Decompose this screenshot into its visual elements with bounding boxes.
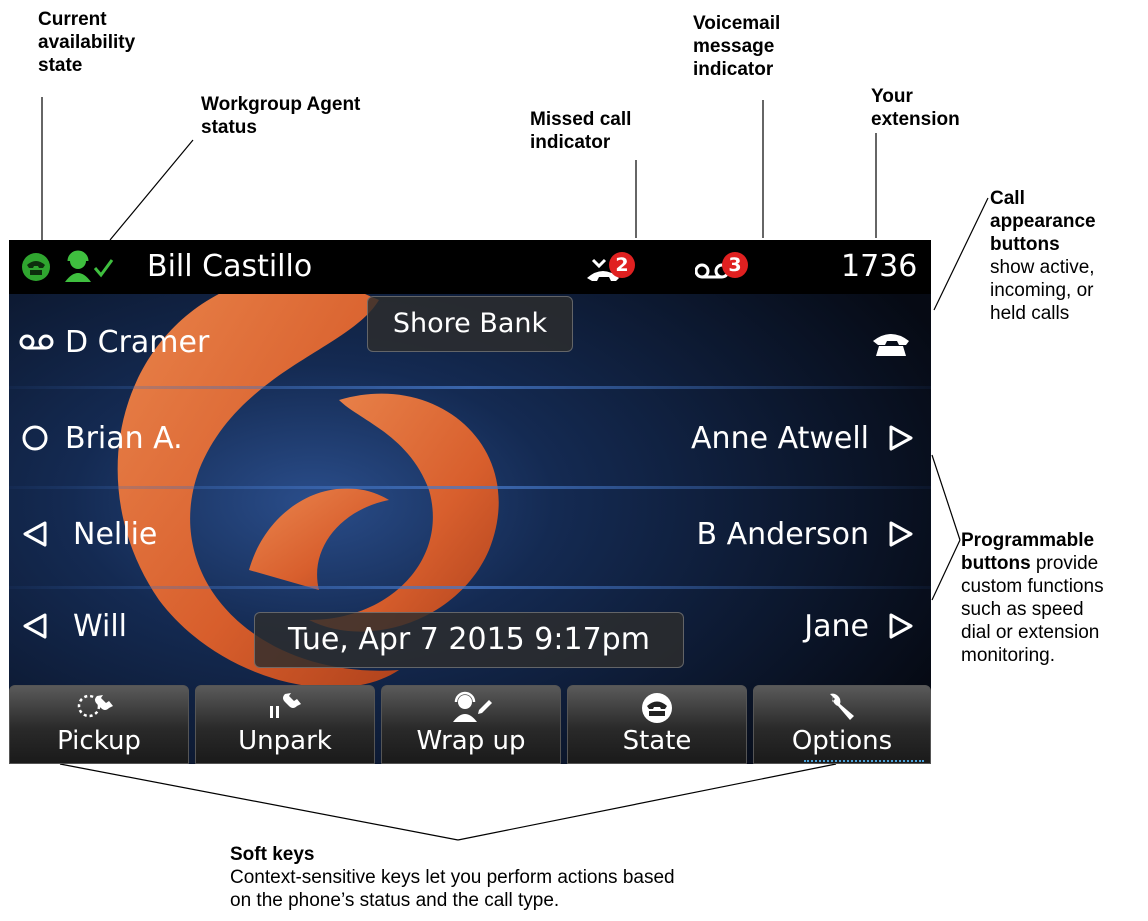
softkey-label: Pickup <box>57 726 141 756</box>
callout-missed-line1: Missed call <box>530 109 632 130</box>
callout-ca-text1: show active, <box>990 257 1095 278</box>
programmable-button-nellie[interactable]: Nellie <box>9 512 429 558</box>
callout-extension: Your extension <box>871 85 960 131</box>
button-label: Nellie <box>73 517 158 552</box>
softkey-unpark[interactable]: Unpark <box>195 685 375 764</box>
callout-prog-line1: Programmable <box>961 530 1095 551</box>
voicemail-icon <box>19 334 54 350</box>
leader-softkeys-b <box>457 763 837 841</box>
programmable-button-b-anderson[interactable]: B Anderson <box>569 512 931 558</box>
callout-agent-status: Workgroup Agent status <box>201 93 360 139</box>
callout-agent-line2: status <box>201 117 257 138</box>
callout-voicemail-line2: message <box>693 36 775 57</box>
workgroup-agent-icon[interactable] <box>63 250 115 284</box>
row-divider <box>9 586 931 589</box>
button-label: B Anderson <box>696 517 870 552</box>
leader-programmable-a <box>931 454 961 541</box>
voicemail-count-badge: 3 <box>722 252 748 278</box>
softkey-label: State <box>622 726 692 756</box>
callout-availability: Current availability state <box>38 8 135 77</box>
row-divider <box>9 486 931 489</box>
wrap-up-icon <box>453 691 492 722</box>
callout-availability-line1: Current <box>38 9 107 30</box>
triangle-right-icon <box>889 521 913 547</box>
softkey-state[interactable]: State <box>567 685 747 764</box>
contact-center-label: Shore Bank <box>367 296 573 352</box>
button-label: Will <box>73 609 128 644</box>
call-appearance-button-d-cramer[interactable]: D Cramer <box>9 320 429 366</box>
user-name: Bill Castillo <box>147 249 313 284</box>
callout-programmable: Programmable buttons provide custom func… <box>961 529 1104 667</box>
softkey-label: Options <box>791 726 893 756</box>
programmable-button-anne-atwell[interactable]: Anne Atwell <box>569 416 931 462</box>
callout-softkeys-text1: Context-sensitive keys let you perform a… <box>230 867 675 888</box>
programmable-button-jane[interactable]: Jane <box>709 604 931 650</box>
leader-agent <box>109 139 194 241</box>
extension-number: 1736 <box>841 249 918 284</box>
callout-agent-line1: Workgroup Agent <box>201 94 361 115</box>
softkey-wrap-up[interactable]: Wrap up <box>381 685 561 764</box>
callout-ca-bold1: Call <box>990 188 1025 209</box>
callout-prog-text3: dial or extension <box>961 622 1100 643</box>
leader-softkeys-a <box>59 763 459 841</box>
circle-icon <box>22 425 48 451</box>
callout-prog-line2-bold: buttons <box>961 553 1031 574</box>
callout-softkeys-text2: on the phone’s status and the call type. <box>230 890 560 911</box>
callout-ca-text3: held calls <box>990 303 1070 324</box>
row-divider <box>9 386 931 389</box>
triangle-right-icon <box>889 613 913 639</box>
callout-extension-line1: Your <box>871 86 913 107</box>
availability-state-icon[interactable] <box>21 252 51 282</box>
triangle-left-icon <box>23 613 47 639</box>
softkey-options[interactable]: Options <box>753 685 931 764</box>
callout-prog-line2-rest: provide <box>1030 553 1099 574</box>
button-label: Brian A. <box>65 421 183 456</box>
softkey-pickup[interactable]: Pickup <box>9 685 189 764</box>
phone-screen: Bill Castillo 2 3 1736 D Cramer Brian A. <box>9 240 931 764</box>
callout-voicemail-line1: Voicemail <box>693 13 781 34</box>
button-label: D Cramer <box>65 325 210 360</box>
leader-call-appearance <box>933 197 989 311</box>
callout-availability-line3: state <box>38 55 83 76</box>
callout-missed-line2: indicator <box>530 132 611 153</box>
status-bar: Bill Castillo 2 3 1736 <box>9 240 931 294</box>
callout-voicemail-line3: indicator <box>693 59 774 80</box>
callout-ca-bold2: appearance <box>990 211 1096 232</box>
callout-prog-text2: such as speed <box>961 599 1084 620</box>
callout-availability-line2: availability <box>38 32 136 53</box>
callout-ca-text2: incoming, or <box>990 280 1094 301</box>
callout-softkeys: Soft keys Context-sensitive keys let you… <box>230 843 675 912</box>
callout-missed-call: Missed call indicator <box>530 108 631 154</box>
callout-voicemail: Voicemail message indicator <box>693 12 780 81</box>
softkey-label: Wrap up <box>416 726 526 756</box>
callout-prog-text4: monitoring. <box>961 645 1055 666</box>
softkey-label: Unpark <box>238 726 332 756</box>
callout-prog-text1: custom functions <box>961 576 1104 597</box>
programmable-button-will[interactable]: Will <box>9 604 249 650</box>
callout-call-appearance: Call appearance buttons show active, inc… <box>990 187 1096 325</box>
callout-ca-bold3: buttons <box>990 234 1060 255</box>
focus-underline <box>804 760 924 762</box>
button-label: Jane <box>804 609 869 644</box>
callout-softkeys-title: Soft keys <box>230 844 315 865</box>
pickup-icon <box>77 694 113 718</box>
programmable-button-brian-a[interactable]: Brian A. <box>9 416 429 462</box>
leader-programmable-b <box>931 539 961 601</box>
triangle-right-icon <box>889 425 913 451</box>
wrench-icon <box>830 693 854 720</box>
triangle-left-icon <box>23 521 47 547</box>
date-time-display: Tue, Apr 7 2015 9:17pm <box>254 612 684 668</box>
callout-extension-line2: extension <box>871 109 960 130</box>
unpark-icon <box>270 693 301 718</box>
phone-handset-icon[interactable] <box>871 328 911 358</box>
missed-call-count-badge: 2 <box>609 252 635 278</box>
state-icon <box>642 693 672 723</box>
button-label: Anne Atwell <box>691 421 869 456</box>
